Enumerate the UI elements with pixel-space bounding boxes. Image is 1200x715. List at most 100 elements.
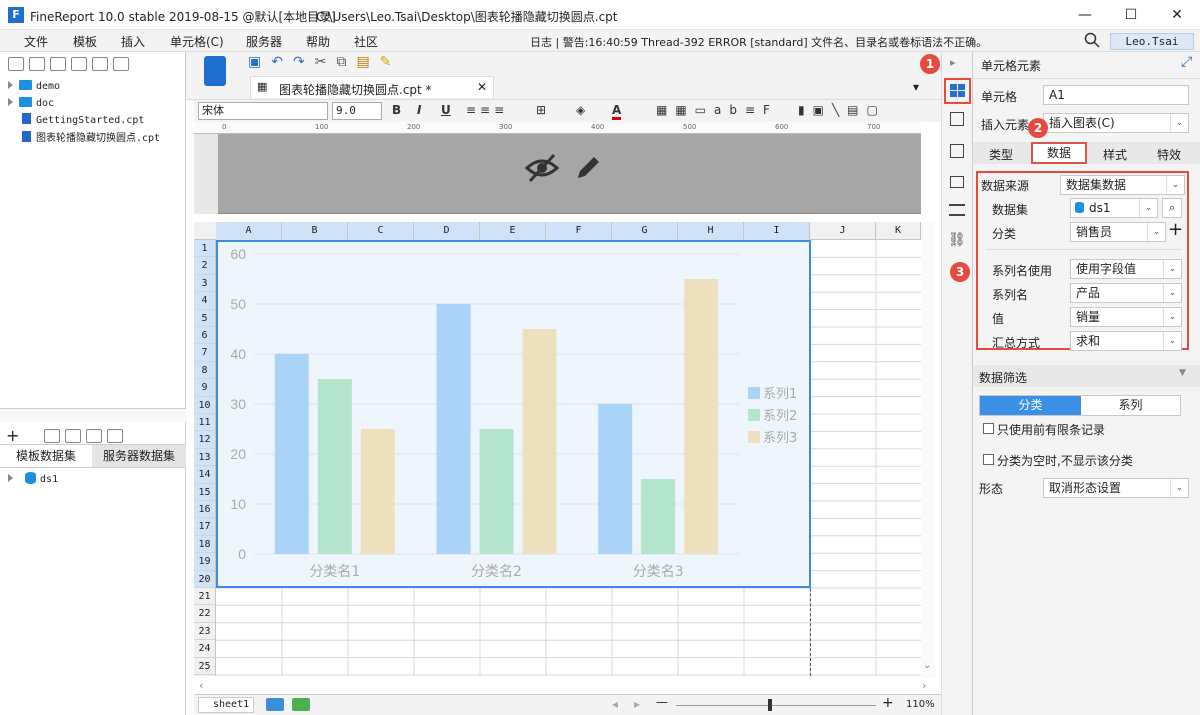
row-header[interactable]: 4: [194, 292, 215, 310]
zoom-out-icon[interactable]: —: [656, 695, 668, 709]
column-header[interactable]: K: [876, 222, 921, 240]
column-header[interactable]: G: [612, 222, 678, 240]
tab-type[interactable]: 类型: [989, 146, 1013, 163]
vertical-scrollbar[interactable]: ⌄: [921, 222, 935, 678]
dataset-item[interactable]: ds1: [8, 472, 58, 485]
scroll-right-icon[interactable]: ›: [922, 679, 926, 692]
user-badge[interactable]: Leo.Tsai: [1110, 33, 1194, 50]
maximize-button[interactable]: ☐: [1108, 0, 1154, 30]
column-header[interactable]: F: [546, 222, 612, 240]
cell-element-tab[interactable]: [944, 78, 971, 104]
save-icon[interactable]: ▣: [248, 54, 271, 70]
new-template-icon[interactable]: [8, 57, 24, 71]
tab-style[interactable]: 样式: [1103, 146, 1127, 163]
template-icon[interactable]: [204, 56, 226, 86]
datasource-select[interactable]: 数据集数据 ⌄: [1060, 175, 1185, 195]
row-header[interactable]: 15: [194, 483, 215, 501]
search-dataset-icon[interactable]: ⌕: [1162, 198, 1182, 218]
collapse-icon[interactable]: ▾: [913, 80, 919, 94]
close-button[interactable]: ✕: [1154, 0, 1200, 30]
add-form-sheet-icon[interactable]: [292, 698, 310, 711]
copy-icon[interactable]: ⧉: [336, 54, 356, 70]
column-header[interactable]: D: [414, 222, 480, 240]
delete-icon[interactable]: [65, 429, 81, 443]
filter-tab-series[interactable]: 系列: [1081, 396, 1180, 415]
undo-icon[interactable]: ↶: [271, 54, 293, 70]
horizontal-scrollbar[interactable]: ‹ ›: [194, 679, 934, 693]
prev-sheet-icon[interactable]: ◂: [612, 697, 618, 711]
underline-icon[interactable]: U: [441, 103, 451, 117]
scroll-down-icon[interactable]: ⌄: [923, 660, 931, 671]
border-icon[interactable]: ⊞: [536, 103, 546, 117]
sheet-tab[interactable]: sheet1: [198, 697, 254, 713]
tab-data[interactable]: 数据: [1031, 142, 1087, 164]
chart-cell[interactable]: 0 10 20 30 40 50 60 分类名1 分类名2 分类名3 系列1 系列2 系列3: [216, 240, 811, 588]
edit-icon[interactable]: [572, 152, 604, 184]
search-icon[interactable]: [1084, 32, 1100, 51]
edit-icon[interactable]: [44, 429, 60, 443]
add-category-icon[interactable]: +: [1168, 219, 1183, 240]
column-header[interactable]: A: [216, 222, 282, 240]
log-message[interactable]: 日志 | 警告:16:40:59 Thread-392 ERROR [stand…: [530, 34, 987, 50]
limit-checkbox[interactable]: [983, 423, 994, 434]
row-header[interactable]: 9: [194, 379, 215, 397]
row-header[interactable]: 24: [194, 640, 215, 658]
menu-community[interactable]: 社区: [354, 33, 378, 50]
close-tab-icon[interactable]: ✕: [477, 80, 487, 94]
refresh-icon[interactable]: [29, 57, 45, 71]
column-header[interactable]: E: [480, 222, 546, 240]
empty-checkbox[interactable]: [983, 454, 994, 465]
row-header[interactable]: 11: [194, 414, 215, 432]
open-icon[interactable]: [50, 57, 66, 71]
zoom-slider[interactable]: [676, 705, 876, 706]
menu-template[interactable]: 模板: [73, 33, 97, 50]
expand-icon[interactable]: [8, 474, 13, 482]
pin-icon[interactable]: ⤢: [1181, 54, 1192, 70]
value-select[interactable]: 销量 ⌄: [1070, 307, 1182, 327]
column-header[interactable]: J: [810, 222, 876, 240]
widget-icon[interactable]: [950, 176, 964, 188]
tab-effect[interactable]: 特效: [1157, 146, 1181, 163]
scroll-left-icon[interactable]: ‹: [199, 679, 203, 692]
row-header[interactable]: 21: [194, 588, 215, 606]
insert-select[interactable]: 插入图表(C) ⌄: [1043, 113, 1189, 133]
float-element-icon[interactable]: [950, 144, 964, 158]
row-header[interactable]: 14: [194, 466, 215, 484]
zoom-level[interactable]: 110%: [906, 699, 935, 710]
minimize-button[interactable]: —: [1062, 0, 1108, 30]
row-header[interactable]: 20: [194, 570, 215, 588]
row-header[interactable]: 17: [194, 518, 215, 536]
row-header[interactable]: 6: [194, 327, 215, 345]
row-header[interactable]: 18: [194, 535, 215, 554]
row-header[interactable]: 16: [194, 501, 215, 519]
tree-item-gettingstarted[interactable]: GettingStarted.cpt: [22, 113, 144, 126]
condition-icon[interactable]: [949, 204, 965, 216]
menu-file[interactable]: 文件: [24, 33, 48, 50]
expand-right-icon[interactable]: ▸: [950, 56, 956, 69]
hide-icon[interactable]: [524, 152, 560, 184]
expand-icon[interactable]: [8, 98, 13, 106]
next-sheet-icon[interactable]: ▸: [634, 697, 640, 711]
filter-tab-category[interactable]: 分类: [980, 396, 1081, 415]
row-header[interactable]: 19: [194, 553, 215, 571]
zoom-thumb[interactable]: [768, 699, 772, 711]
redo-icon[interactable]: ↷: [293, 54, 315, 70]
tab-current-file[interactable]: ▦ 图表轮播隐藏切换圆点.cpt * ✕: [250, 76, 494, 98]
cell-field[interactable]: A1: [1043, 85, 1189, 105]
row-header[interactable]: 5: [194, 309, 215, 327]
dataset-select[interactable]: ds1 ⌄: [1070, 198, 1158, 218]
font-family-select[interactable]: 宋体: [198, 102, 328, 120]
format-brush-icon[interactable]: ✎: [380, 54, 402, 70]
split-bar[interactable]: [0, 408, 186, 422]
row-header[interactable]: 7: [194, 344, 215, 362]
add-sheet-icon[interactable]: [266, 698, 284, 711]
menu-help[interactable]: 帮助: [306, 33, 330, 50]
insert-icons[interactable]: ▦▦▭ab≡F: [656, 103, 778, 117]
font-size-select[interactable]: 9.0: [332, 102, 382, 120]
summary-select[interactable]: 求和 ⌄: [1070, 331, 1182, 351]
tree-item-current[interactable]: 图表轮播隐藏切换圆点.cpt: [22, 129, 160, 144]
row-header[interactable]: 8: [194, 361, 215, 380]
seriesname-use-select[interactable]: 使用字段值 ⌄: [1070, 259, 1182, 279]
seriesname-select[interactable]: 产品 ⌄: [1070, 283, 1182, 303]
column-header[interactable]: I: [744, 222, 810, 240]
